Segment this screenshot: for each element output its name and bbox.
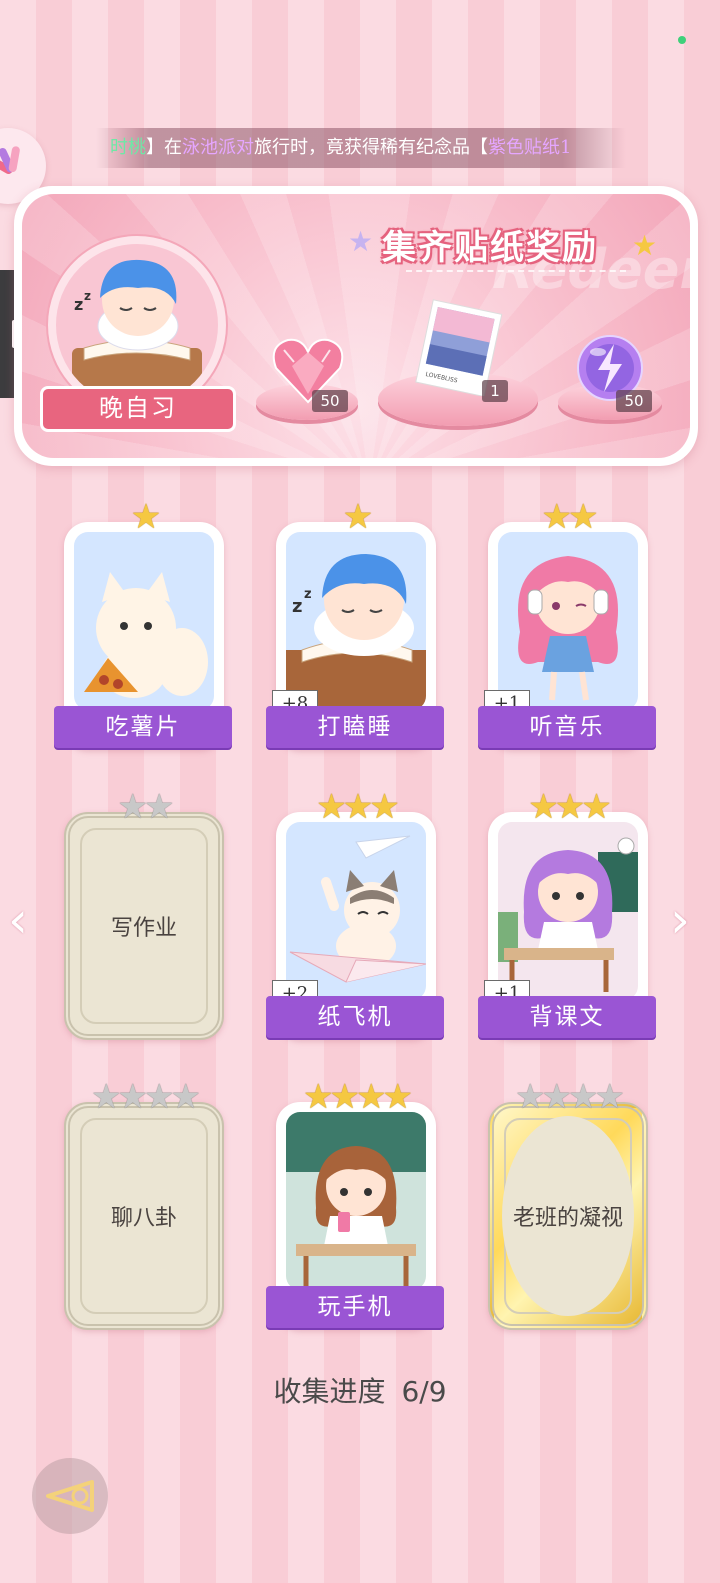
sticker-card-phone[interactable]: ★★★★ 玩手机 [266, 1080, 444, 1330]
cat-paper-plane-image [289, 835, 426, 983]
reward-count: 50 [616, 390, 652, 412]
girl-phone-image [286, 1112, 426, 1290]
svg-text:z: z [292, 596, 302, 617]
progress-value: 6/9 [401, 1375, 447, 1408]
sticker-name: 玩手机 [266, 1286, 444, 1328]
rarity-stars: ★★ [117, 787, 175, 827]
gold-star-icon: ★ [632, 229, 658, 262]
progress-label: 收集进度 [273, 1375, 386, 1408]
next-page-arrow-icon[interactable]: › [670, 895, 690, 945]
svg-text:z: z [84, 289, 91, 303]
svg-text:z: z [74, 295, 83, 314]
sticker-name: 聊八卦 [110, 1206, 177, 1231]
rarity-stars: ★★★★ [91, 1077, 201, 1117]
rarity-stars: ★★★ [528, 787, 612, 827]
purple-star-icon: ★ [348, 225, 374, 258]
sticker-card-homework-locked[interactable]: 写作业 ★★ [60, 790, 228, 1040]
sticker-name: 吃薯片 [54, 706, 232, 748]
sticker-name: 打瞌睡 [266, 706, 444, 748]
sticker-card-gossip-locked[interactable]: 聊八卦 ★★★★ [60, 1080, 228, 1330]
sticker-name: 背课文 [478, 996, 656, 1038]
rarity-stars: ★★★★ [303, 1077, 413, 1117]
reward-count: 1 [482, 380, 508, 402]
sticker-card-eating-chips[interactable]: ★ 吃薯片 [54, 500, 232, 750]
rarity-stars: ★★★ [316, 787, 400, 827]
news-ticker: 时桃】在泳池派对旅行时，竟获得稀有纪念品【紫色贴纸1 [96, 128, 626, 168]
boy-dozing-image: z z [286, 554, 426, 710]
back-button[interactable] [32, 1458, 108, 1534]
rarity-stars: ★★★★ [515, 1077, 625, 1117]
sticker-card-reciting[interactable]: ★★★ +1 背课文 [478, 790, 656, 1040]
back-arrow-icon [46, 1480, 94, 1512]
sticker-name: 写作业 [110, 916, 177, 941]
sticker-card-paper-plane[interactable]: ★★★ +2 纸飞机 [266, 790, 444, 1040]
reward-count: 50 [312, 390, 348, 412]
sticker-card-dozing[interactable]: z z ★ +8 打瞌睡 [266, 500, 444, 750]
svg-text:z: z [304, 587, 312, 602]
sticker-card-teacher-gaze-locked[interactable]: 老班的凝视 ★★★★ [484, 1080, 652, 1330]
banner-title: 集齐贴纸奖励 [382, 228, 598, 268]
prev-page-arrow-icon[interactable]: ‹ [8, 895, 28, 945]
collection-progress: 收集进度 6/9 [0, 1370, 720, 1410]
sticker-card-listening-music[interactable]: ★★ +1 听音乐 [478, 500, 656, 750]
sticker-name: 听音乐 [478, 706, 656, 748]
girl-reciting-image [498, 837, 638, 992]
sticker-name: 老班的凝视 [512, 1206, 623, 1231]
rarity-stars: ★ [342, 497, 374, 537]
fox-eating-chips-image [84, 572, 208, 698]
rarity-stars: ★ [130, 497, 162, 537]
badge-label: 晚自习 [40, 386, 236, 432]
girl-headphones-image [518, 556, 618, 701]
rarity-stars: ★★ [541, 497, 599, 537]
status-indicator [678, 36, 686, 44]
sticker-name: 纸飞机 [266, 996, 444, 1038]
